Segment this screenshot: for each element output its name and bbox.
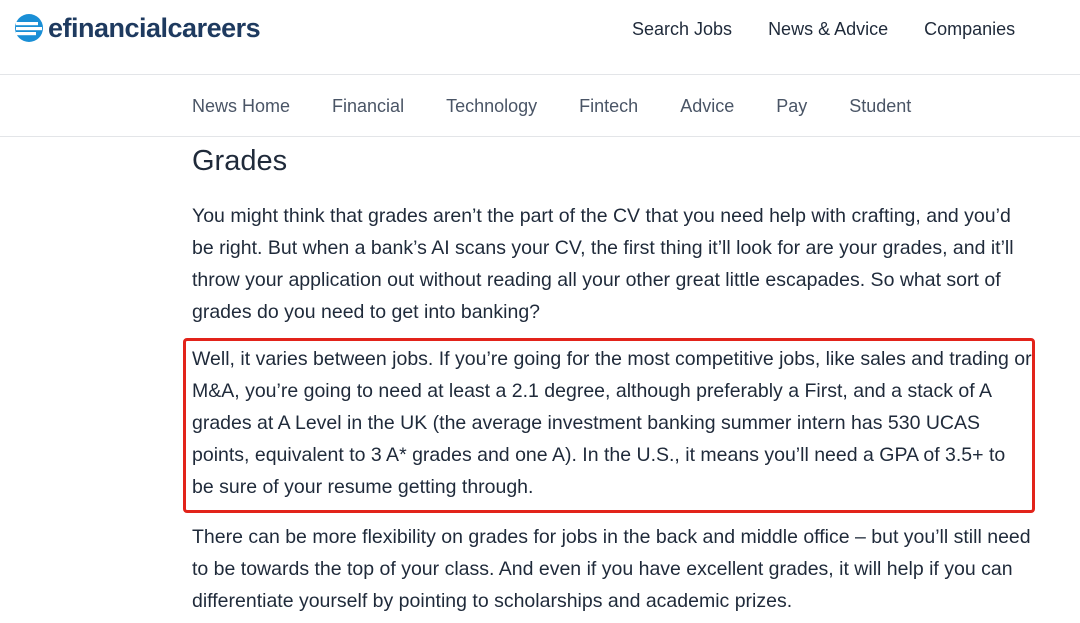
subnav-financial[interactable]: Financial (311, 95, 425, 117)
article-paragraph-2: Well, it varies between jobs. If you’re … (192, 348, 1032, 498)
brand-logo[interactable]: efinancialcareers (14, 12, 261, 44)
article-paragraph-3: There can be more flexibility on grades … (192, 526, 1031, 612)
sub-nav-bar: News Home Financial Technology Fintech A… (0, 76, 1080, 137)
subnav-news-home[interactable]: News Home (171, 95, 311, 117)
subnav-fintech[interactable]: Fintech (558, 95, 659, 117)
sub-nav: News Home Financial Technology Fintech A… (171, 95, 932, 117)
subnav-technology[interactable]: Technology (425, 95, 558, 117)
nav-search-jobs[interactable]: Search Jobs (614, 18, 750, 40)
section-heading: Grades (192, 145, 288, 177)
brand-name: efinancialcareers (48, 12, 261, 43)
logo-mark-icon (15, 14, 43, 42)
nav-news-advice[interactable]: News & Advice (750, 18, 906, 40)
top-header: efinancialcareers Search Jobs News & Adv… (0, 0, 1080, 75)
article-paragraph-1: You might think that grades aren’t the p… (192, 205, 1014, 323)
subnav-pay[interactable]: Pay (755, 95, 828, 117)
subnav-student[interactable]: Student (828, 95, 932, 117)
nav-companies[interactable]: Companies (906, 18, 1033, 40)
main-nav: Search Jobs News & Advice Companies (614, 18, 1033, 40)
article-body: Grades You might think that grades aren’… (192, 144, 1032, 346)
subnav-advice[interactable]: Advice (659, 95, 755, 117)
